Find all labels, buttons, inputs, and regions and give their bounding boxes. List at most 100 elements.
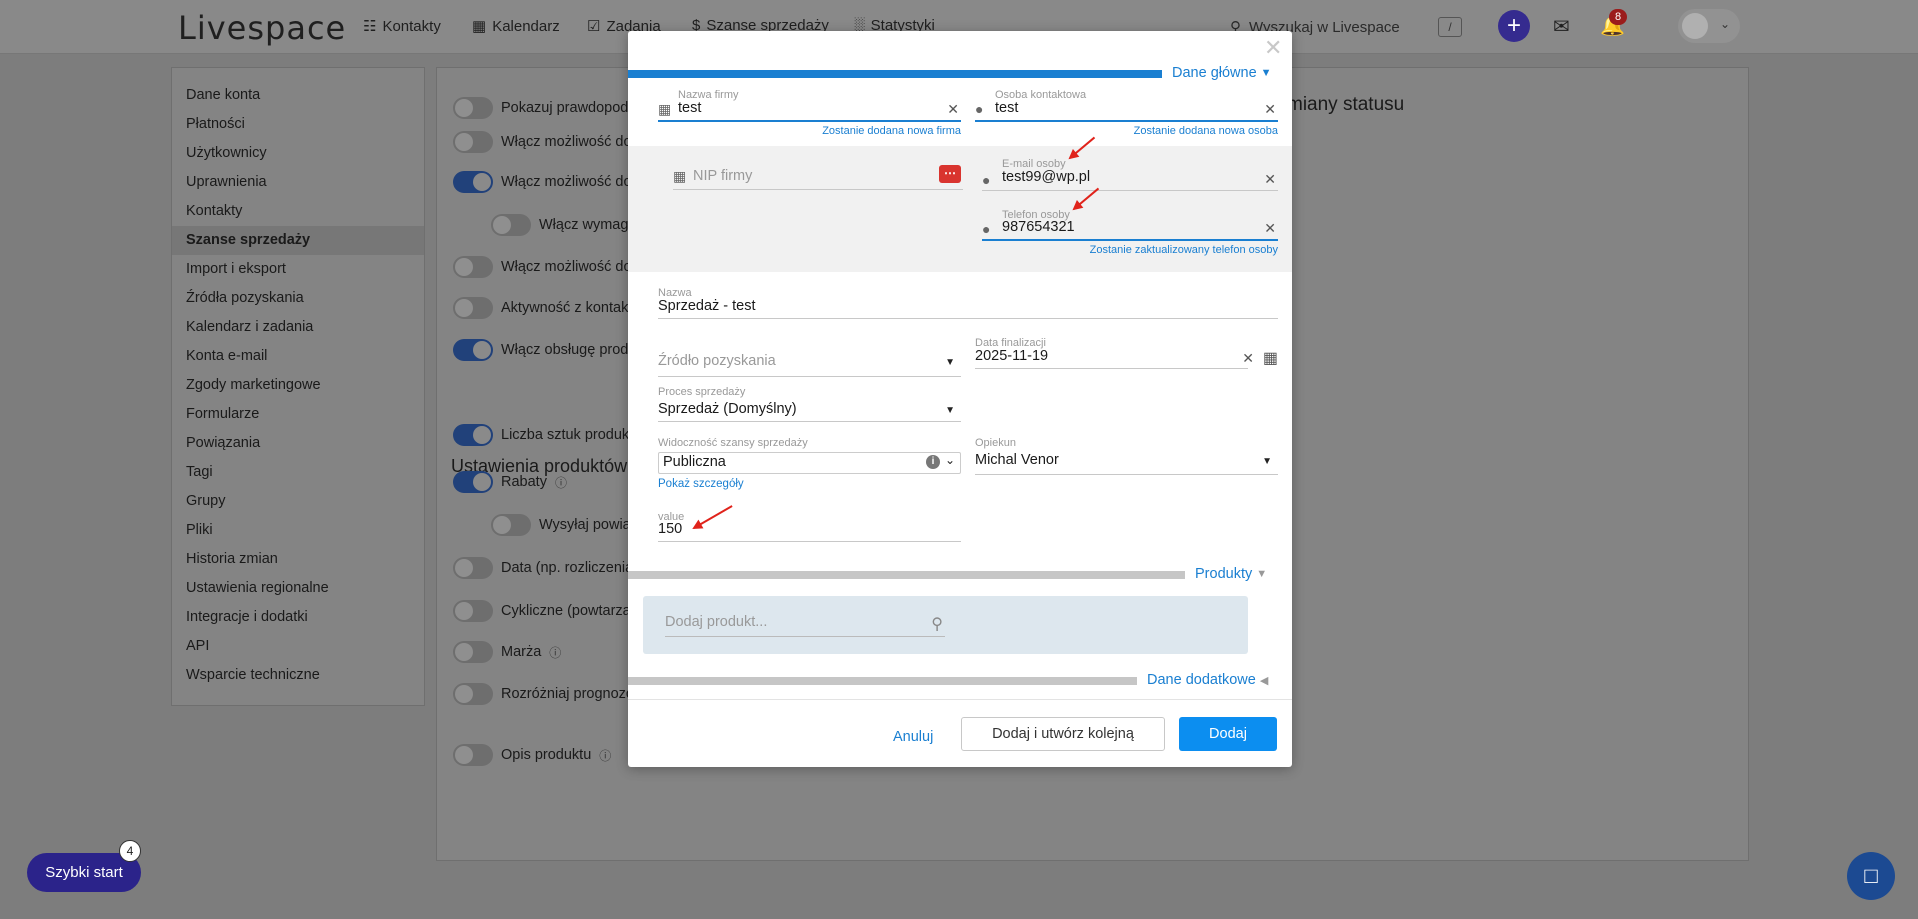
email-field[interactable]: ● E-mail osoby test99@wp.pl ✕ (982, 158, 1278, 192)
toggle-switch[interactable] (491, 214, 531, 236)
toggle-switch[interactable] (453, 683, 493, 705)
setting-toggle-row: Aktywność z kontakt (453, 297, 632, 319)
value-field[interactable]: value 150 (658, 511, 961, 547)
info-icon[interactable]: ⓘ (555, 474, 567, 491)
clear-icon[interactable]: ✕ (947, 101, 959, 118)
close-date-field[interactable]: Data finalizacji 2025-11-19 ✕ ▦ (975, 337, 1278, 377)
add-and-create-next-button[interactable]: Dodaj i utwórz kolejną (961, 717, 1165, 751)
sidebar-item[interactable]: Integracje i dodatki (172, 603, 424, 632)
add-button[interactable]: Dodaj (1179, 717, 1277, 751)
sidebar-item[interactable]: Użytkownicy (172, 139, 424, 168)
company-hint: Zostanie dodana nowa firma (822, 125, 961, 137)
process-select[interactable]: Proces sprzedaży Sprzedaż (Domyślny) ▼ (658, 386, 961, 422)
add-new-button[interactable]: + (1498, 10, 1530, 42)
setting-label: Opis produktu (501, 747, 592, 763)
field-underline (673, 189, 963, 190)
email-value: test99@wp.pl (1002, 169, 1091, 185)
sidebar-item[interactable]: Formularze (172, 400, 424, 429)
clear-icon[interactable]: ✕ (1242, 350, 1254, 367)
toggle-switch[interactable] (453, 297, 493, 319)
visibility-select[interactable]: Publiczna i ⌄ (658, 452, 961, 474)
clear-icon[interactable]: ✕ (1264, 101, 1276, 118)
livespace-logo[interactable]: Livespace (178, 9, 346, 47)
sidebar-item[interactable]: Uprawnienia (172, 168, 424, 197)
toggle-switch[interactable] (453, 557, 493, 579)
process-value: Sprzedaż (Domyślny) (658, 401, 797, 417)
sidebar-item[interactable]: Tagi (172, 458, 424, 487)
toggle-switch[interactable] (453, 339, 493, 361)
section-main-toggle[interactable]: Dane główne ▼ (1172, 65, 1272, 81)
setting-label: Pokazuj prawdopodo (501, 100, 637, 116)
info-icon[interactable]: i (926, 455, 940, 469)
sidebar-item[interactable]: Szanse sprzedaży (172, 226, 424, 255)
toggle-switch[interactable] (453, 744, 493, 766)
sidebar-item[interactable]: Historia zmian (172, 545, 424, 574)
cancel-button[interactable]: Anuluj (893, 729, 933, 745)
add-deal-modal: ✕ Dane główne ▼ ▦ Nazwa firmy test ✕ Zost… (628, 31, 1292, 767)
nip-field[interactable]: ▦ NIP firmy ⋯ (673, 165, 963, 195)
nav-kalendarz[interactable]: ▦ Kalendarz (472, 17, 560, 36)
toggle-switch[interactable] (453, 171, 493, 193)
clear-icon[interactable]: ✕ (1264, 220, 1276, 237)
close-icon[interactable]: ✕ (1264, 35, 1282, 61)
triangle-down-icon: ▼ (1256, 568, 1268, 580)
page-title: miany statusu (1287, 94, 1405, 115)
sidebar-item[interactable]: Wsparcie techniczne (172, 661, 424, 690)
chat-icon[interactable]: □ (1847, 852, 1895, 900)
setting-toggle-row: Rozróżniaj prognozo (453, 683, 634, 705)
owner-value: Michal Venor (975, 452, 1059, 468)
search-icon[interactable]: ⚲ (931, 614, 943, 634)
sidebar-item[interactable]: Kalendarz i zadania (172, 313, 424, 342)
person-icon: ● (982, 221, 991, 237)
info-icon[interactable]: ⓘ (599, 747, 611, 764)
sidebar-item[interactable]: Zgody marketingowe (172, 371, 424, 400)
clear-icon[interactable]: ✕ (1264, 171, 1276, 188)
caret-down-icon: ▼ (945, 357, 955, 368)
mail-icon[interactable]: ✉ (1553, 14, 1570, 39)
phone-field[interactable]: ● Telefon osoby 987654321 ✕ Zostanie zak… (982, 209, 1278, 261)
toggle-switch[interactable] (453, 471, 493, 493)
sidebar-item[interactable]: Konta e-mail (172, 342, 424, 371)
company-field[interactable]: ▦ Nazwa firmy test ✕ Zostanie dodana now… (658, 89, 961, 141)
toggle-switch[interactable] (453, 256, 493, 278)
field-underline (658, 421, 961, 422)
setting-toggle-row: Rabaty ⓘ (453, 471, 567, 493)
product-search-input[interactable]: Dodaj produkt... ⚲ (665, 614, 945, 637)
sidebar-item[interactable]: Import i eksport (172, 255, 424, 284)
toggle-switch[interactable] (491, 514, 531, 536)
toggle-switch[interactable] (453, 97, 493, 119)
sidebar-item[interactable]: Płatności (172, 110, 424, 139)
nav-kontakty[interactable]: ☷ Kontakty (363, 17, 441, 36)
sidebar-item[interactable]: Kontakty (172, 197, 424, 226)
sidebar-item[interactable]: Pliki (172, 516, 424, 545)
section-additional-toggle[interactable]: Dane dodatkowe ◀ (1147, 672, 1268, 688)
toggle-switch[interactable] (453, 424, 493, 446)
setting-label: Włącz obsługę produ (501, 342, 637, 358)
sidebar-item[interactable]: Powiązania (172, 429, 424, 458)
info-icon[interactable]: ⓘ (549, 644, 561, 661)
setting-label: Wysyłaj powiad (539, 517, 639, 533)
setting-label: Włącz możliwość doc (501, 174, 639, 190)
show-details-link[interactable]: Pokaż szczegóły (658, 478, 858, 492)
toggle-switch[interactable] (453, 641, 493, 663)
triangle-left-icon: ◀ (1259, 674, 1269, 687)
contact-person-field[interactable]: ● Osoba kontaktowa test ✕ Zostanie dodan… (975, 89, 1278, 141)
sidebar-item[interactable]: Dane konta (172, 81, 424, 110)
sidebar-item[interactable]: Źródła pozyskania (172, 284, 424, 313)
sidebar-item[interactable]: Grupy (172, 487, 424, 516)
show-details-label: Pokaż szczegóły (658, 478, 744, 490)
deal-name-field[interactable]: Nazwa Sprzedaż - test (658, 287, 1278, 321)
field-underline (658, 120, 961, 122)
toggle-switch[interactable] (453, 600, 493, 622)
process-label: Proces sprzedaży (658, 386, 746, 398)
sidebar-item[interactable]: Ustawienia regionalne (172, 574, 424, 603)
section-products-toggle[interactable]: Produkty ▼ (1195, 566, 1267, 582)
source-select[interactable]: Źródło pozyskania ▼ (658, 349, 961, 379)
toggle-switch[interactable] (453, 131, 493, 153)
calendar-icon[interactable]: ▦ (1263, 348, 1278, 368)
nip-lookup-icon[interactable]: ⋯ (939, 165, 961, 183)
owner-select[interactable]: Opiekun Michal Venor ▼ (975, 437, 1278, 477)
sidebar-item[interactable]: API (172, 632, 424, 661)
user-menu[interactable]: ⌄ (1678, 9, 1740, 43)
setting-toggle-row: Cykliczne (powtarzal (453, 600, 634, 622)
